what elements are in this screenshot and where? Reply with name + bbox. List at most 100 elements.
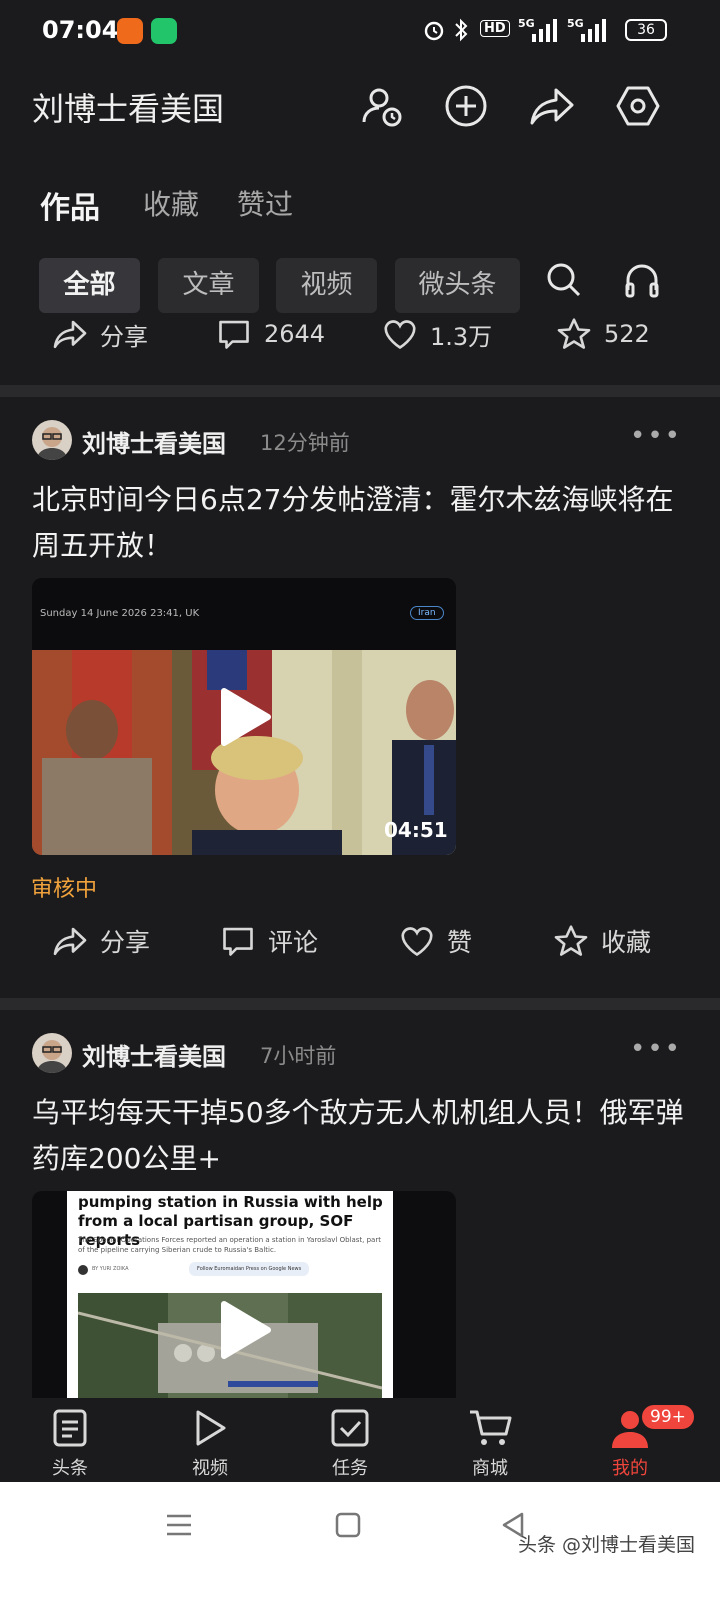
home-icon[interactable] — [333, 1510, 363, 1544]
nav-me-label: 我的 — [612, 1458, 648, 1479]
share-label: 分享 — [100, 928, 151, 957]
review-status: 审核中 — [31, 877, 98, 902]
heart-icon — [401, 927, 433, 957]
stats-share-label: 分享 — [100, 322, 148, 351]
chip-all[interactable]: 全部 — [39, 258, 140, 313]
settings-icon[interactable] — [614, 82, 662, 130]
status-time: 07:04 — [42, 16, 119, 44]
page-title: 刘博士看美国 — [32, 90, 225, 128]
post-author[interactable]: 刘博士看美国 — [82, 424, 226, 459]
bottom-navigation: 头条 视频 任务 商城 我的 99+ — [0, 1398, 720, 1482]
menu-icon[interactable] — [164, 1510, 194, 1544]
nav-headlines[interactable]: 头条 — [30, 1398, 110, 1480]
nav-mall-label: 商城 — [472, 1458, 508, 1479]
play-icon[interactable] — [218, 687, 272, 751]
heart-icon — [384, 320, 416, 350]
kuaishou-app-icon — [117, 18, 143, 44]
notification-badge: 99+ — [640, 1403, 696, 1431]
search-icon[interactable] — [544, 260, 584, 304]
stats-comments[interactable]: 2644 — [216, 316, 325, 352]
status-bar: 07:04 HD 5G 5G 36 — [0, 0, 720, 64]
nav-video[interactable]: 视频 — [170, 1398, 250, 1480]
favorite-button[interactable]: 收藏 — [553, 923, 651, 959]
share-icon[interactable] — [528, 82, 576, 130]
post-time: 7小时前 — [260, 1044, 337, 1068]
add-icon[interactable] — [442, 82, 490, 130]
like-label: 赞 — [447, 928, 473, 957]
nav-video-label: 视频 — [192, 1458, 228, 1479]
nav-mall[interactable]: 商城 — [450, 1398, 530, 1480]
section-divider — [0, 385, 720, 397]
stats-favorites-count: 522 — [604, 320, 650, 348]
video-play-icon — [196, 1410, 226, 1446]
svg-text:5G: 5G — [518, 17, 535, 30]
article-body: The Special Operations Forces reported a… — [78, 1236, 381, 1254]
stats-likes[interactable]: 1.3万 — [382, 316, 492, 352]
tab-liked[interactable]: 赞过 — [237, 183, 293, 223]
chip-micro-posts[interactable]: 微头条 — [395, 258, 520, 313]
system-navigation-bar: 头条 @刘博士看美国 — [0, 1482, 720, 1612]
nav-tasks[interactable]: 任务 — [310, 1398, 390, 1480]
article-byline: BY YURI ZOIKA — [92, 1266, 129, 1272]
star-icon — [557, 318, 591, 349]
favorite-label: 收藏 — [601, 928, 652, 957]
comment-label: 评论 — [268, 928, 319, 957]
wechat-app-icon — [151, 18, 177, 44]
star-icon — [554, 925, 588, 956]
follow-google-news: Follow Euromaidan Press on Google News — [189, 1262, 310, 1276]
shopping-cart-icon — [470, 1410, 512, 1445]
post-title[interactable]: 北京时间今日6点27分发帖澄清：霍尔木兹海峡将在周五开放！ — [32, 477, 692, 569]
more-options-icon[interactable]: ••• — [630, 421, 682, 451]
post-time: 12分钟前 — [260, 431, 350, 455]
share-button[interactable]: 分享 — [52, 923, 150, 959]
tab-works[interactable]: 作品 — [40, 183, 100, 227]
profile-stats-row: 分享 2644 1.3万 522 — [0, 316, 720, 362]
task-checkbox-icon — [331, 1409, 369, 1447]
visitor-history-icon[interactable] — [358, 82, 406, 130]
headphones-icon[interactable] — [622, 260, 662, 304]
video-tag: Iran — [410, 606, 444, 620]
like-button[interactable]: 赞 — [399, 923, 472, 959]
comment-icon — [219, 320, 249, 349]
stats-share-button[interactable]: 分享 — [52, 316, 148, 352]
hd-icon: HD — [480, 20, 510, 37]
video-duration: 04:51 — [384, 818, 448, 842]
tab-favorites[interactable]: 收藏 — [143, 183, 199, 223]
avatar[interactable] — [32, 420, 72, 460]
nav-me[interactable]: 我的 99+ — [590, 1398, 696, 1480]
post-title[interactable]: 乌平均每天干掉50多个敌方无人机机组人员！俄军弹药库200公里+ — [32, 1090, 692, 1182]
watermark: 头条 @刘博士看美国 — [518, 1534, 696, 1556]
svg-text:5G: 5G — [567, 17, 584, 30]
headlines-icon — [53, 1409, 87, 1447]
stats-likes-count: 1.3万 — [430, 322, 493, 351]
battery-indicator: 36 — [625, 19, 667, 41]
byline-avatar — [78, 1265, 88, 1275]
post-author[interactable]: 刘博士看美国 — [82, 1037, 226, 1072]
play-icon[interactable] — [218, 1300, 272, 1364]
stats-comments-count: 2644 — [264, 320, 326, 348]
share-icon — [53, 927, 87, 956]
stats-favorites[interactable]: 522 — [556, 316, 650, 352]
post-card[interactable]: 刘博士看美国 12分钟前 ••• 北京时间今日6点27分发帖澄清：霍尔木兹海峡将… — [0, 397, 720, 997]
alarm-icon — [422, 18, 446, 46]
comment-button[interactable]: 评论 — [220, 923, 318, 959]
chip-articles[interactable]: 文章 — [158, 258, 259, 313]
video-caption-date: Sunday 14 June 2026 23:41, UK — [40, 608, 200, 619]
post-card[interactable]: 刘博士看美国 7小时前 ••• 乌平均每天干掉50多个敌方无人机机组人员！俄军弹… — [0, 1010, 720, 1398]
post-actions: 分享 评论 赞 收藏 — [0, 923, 720, 983]
share-icon — [53, 320, 87, 349]
comment-icon — [223, 927, 253, 956]
video-thumbnail[interactable]: pumping station in Russia with help from… — [32, 1191, 456, 1398]
video-caption-bar: Sunday 14 June 2026 23:41, UK Iran — [32, 578, 456, 650]
signal-5g-icon: 5G — [518, 16, 558, 48]
chip-videos[interactable]: 视频 — [276, 258, 377, 313]
bluetooth-icon — [452, 17, 470, 47]
article-screenshot: pumping station in Russia with help from… — [67, 1191, 393, 1398]
avatar[interactable] — [32, 1033, 72, 1073]
nav-tasks-label: 任务 — [332, 1458, 368, 1479]
nav-headlines-label: 头条 — [52, 1458, 88, 1479]
signal-5g-icon-2: 5G — [567, 16, 607, 48]
video-thumbnail[interactable]: Sunday 14 June 2026 23:41, UK Iran 04:51 — [32, 578, 456, 855]
section-divider — [0, 998, 720, 1010]
more-options-icon[interactable]: ••• — [630, 1034, 682, 1064]
